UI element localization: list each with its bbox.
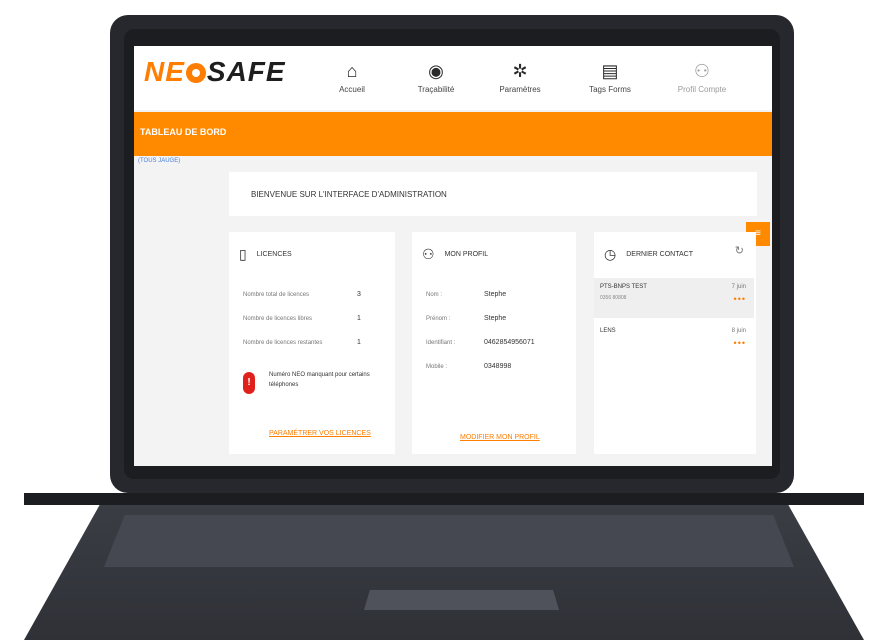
licenses-card: ▯ LICENCES Nombre total de licences 3 No… <box>229 232 395 454</box>
refresh-icon[interactable]: ↻ <box>735 244 744 257</box>
license-total-label: Nombre total de licences <box>243 292 310 298</box>
license-alert-text: Numéro NEO manquant pour certains téléph… <box>269 372 370 388</box>
more-options-icon[interactable]: ••• <box>734 338 746 348</box>
nav-tracabilite[interactable]: ◉ Traçabilité <box>396 52 476 102</box>
app-screen: NE SAFE ⌂ Accueil ◉ Traçabilité ✲ Paramèt… <box>134 46 772 466</box>
laptop-hinge <box>24 493 864 505</box>
welcome-text: BIENVENUE SUR L'INTERFACE D'ADMINISTRATI… <box>251 190 447 199</box>
contact-name: PTS-BNPS TEST <box>600 284 647 290</box>
warning-icon: ! <box>243 372 255 394</box>
license-free-value: 1 <box>357 315 361 322</box>
nav-parametres[interactable]: ✲ Paramètres <box>480 52 560 102</box>
laptop-base <box>24 493 864 640</box>
last-contact-card-header: ◷ DERNIER CONTACT <box>604 246 693 263</box>
gear-icon: ✲ <box>512 60 528 81</box>
profile-card-title: MON PROFIL <box>444 251 489 258</box>
user-icon: ⚇ <box>422 246 435 262</box>
contact-number: 0356 80808 <box>600 295 627 301</box>
keyboard-area <box>104 515 794 567</box>
license-total-value: 3 <box>357 291 361 298</box>
home-icon: ⌂ <box>346 60 358 81</box>
profile-id-label: Identifiant : <box>426 340 456 346</box>
breadcrumb[interactable]: (TOUS JAUGE) <box>138 158 180 164</box>
nav-tags-forms[interactable]: ▤ Tags Forms <box>570 52 650 102</box>
profile-mobile-value: 0348998 <box>484 363 512 370</box>
last-contact-card-title: DERNIER CONTACT <box>626 251 693 258</box>
trackpad <box>364 590 559 610</box>
contact-date: 8 juin <box>731 328 746 334</box>
license-remaining-value: 1 <box>357 339 361 346</box>
license-remaining-label: Nombre de licences restantes <box>243 340 323 346</box>
page-title: TABLEAU DE BORD <box>140 127 227 137</box>
profile-firstname-label: Prénom : <box>426 316 451 322</box>
contact-item[interactable]: PTS-BNPS TEST 0356 80808 7 juin ••• <box>594 278 754 318</box>
profile-mobile-label: Mobile : <box>426 364 448 370</box>
more-options-icon[interactable]: ••• <box>734 294 746 304</box>
profile-id-value: 0462854956071 <box>484 339 535 346</box>
edit-profile-link[interactable]: MODIFIER MON PROFIL <box>460 434 540 441</box>
document-icon: ▤ <box>601 60 619 81</box>
clock-icon: ◷ <box>604 246 617 262</box>
nav-accueil[interactable]: ⌂ Accueil <box>312 52 392 102</box>
profile-card: ⚇ MON PROFIL Nom : Stephe Prénom : Steph… <box>412 232 576 454</box>
contact-name: LENS <box>600 328 616 334</box>
configure-licenses-link[interactable]: PARAMÉTRER VOS LICENCES <box>269 430 371 437</box>
last-contact-card: ◷ DERNIER CONTACT ↻ PTS-BNPS TEST 0356 8… <box>594 232 756 454</box>
dashboard-header: TABLEAU DE BORD <box>134 112 772 156</box>
license-free-label: Nombre de licences libres <box>243 316 313 322</box>
contact-date: 7 juin <box>731 284 746 290</box>
app-header: NE SAFE ⌂ Accueil ◉ Traçabilité ✲ Paramèt… <box>134 46 772 110</box>
eye-icon: ◉ <box>428 60 444 81</box>
neosafe-logo[interactable]: NE SAFE <box>144 56 286 88</box>
profile-name-label: Nom : <box>426 292 443 298</box>
licenses-card-title: LICENCES <box>256 251 292 258</box>
welcome-banner: BIENVENUE SUR L'INTERFACE D'ADMINISTRATI… <box>229 172 757 216</box>
contact-item[interactable]: LENS 8 juin ••• <box>594 324 754 364</box>
nav-profil-compte[interactable]: ⚇ Profil Compte <box>662 52 742 102</box>
logo-o-icon <box>185 63 206 83</box>
profile-firstname-value: Stephe <box>484 315 507 322</box>
licenses-card-header: ▯ LICENCES <box>239 246 292 263</box>
phone-icon: ▯ <box>239 246 247 262</box>
laptop-deck <box>24 505 864 640</box>
profile-card-header: ⚇ MON PROFIL <box>422 246 488 263</box>
user-icon: ⚇ <box>693 60 711 81</box>
profile-name-value: Stephe <box>484 291 507 298</box>
